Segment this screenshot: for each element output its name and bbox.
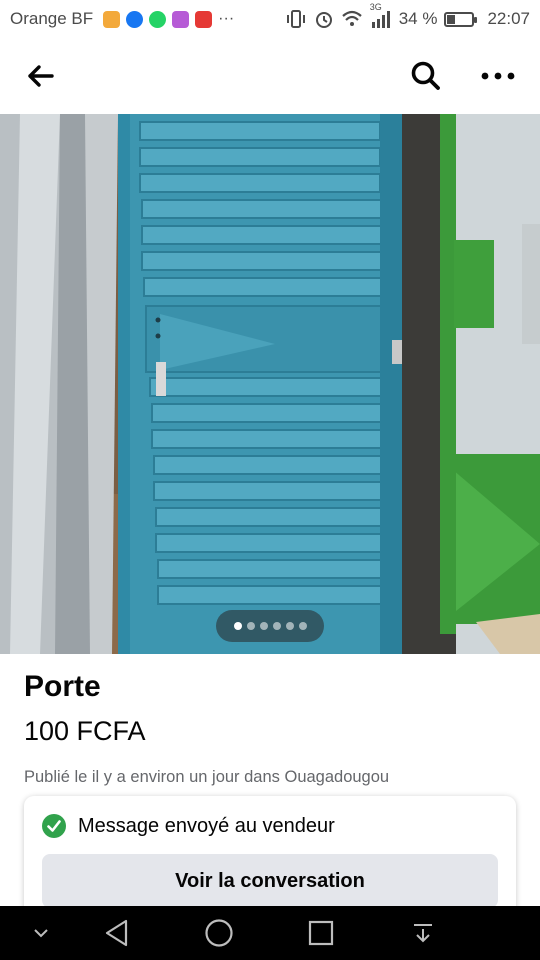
signal-indicator: 3G [370, 2, 392, 28]
carousel-dot[interactable] [298, 622, 307, 630]
status-left: Orange BF ··· [10, 9, 234, 29]
listing-photo[interactable] [0, 114, 540, 654]
battery-fill [447, 14, 456, 24]
status-bar: Orange BF ··· 3G 34 % 22:07 [0, 0, 540, 38]
home-circle-icon [205, 919, 233, 947]
back-button[interactable] [18, 54, 62, 98]
carousel-dot[interactable] [246, 622, 255, 630]
huawei-icon [195, 10, 213, 28]
search-button[interactable] [404, 54, 448, 98]
status-right: 3G 34 % 22:07 [285, 2, 530, 29]
battery-icon [444, 11, 478, 27]
app-header [0, 38, 540, 114]
chevron-down-icon [34, 929, 48, 938]
network-type: 3G [369, 2, 382, 12]
carousel-indicator[interactable] [216, 610, 324, 642]
nav-home-button[interactable] [204, 918, 234, 948]
facebook-icon [126, 10, 144, 28]
nav-recents-button[interactable] [306, 918, 336, 948]
wifi-icon [341, 10, 362, 26]
carousel-dot[interactable] [259, 622, 268, 630]
shop-icon [103, 10, 121, 28]
check-circle-icon [42, 814, 66, 838]
listing-title: Porte [24, 670, 101, 703]
door-photo-illustration [0, 114, 540, 654]
gallery-icon [172, 10, 190, 28]
whatsapp-icon [149, 10, 167, 28]
message-status-text: Message envoyé au vendeur [78, 814, 335, 837]
message-status-row: Message envoyé au vendeur [42, 814, 335, 838]
vibrate-icon [286, 10, 305, 28]
nav-chevron-button[interactable] [26, 918, 56, 948]
arrow-left-icon [28, 65, 54, 87]
back-triangle-icon [105, 919, 128, 947]
carousel-dot[interactable] [233, 622, 242, 630]
alarm-icon [315, 12, 332, 28]
listing-price: 100 FCFA [24, 716, 146, 746]
recents-square-icon [308, 920, 334, 946]
carousel-dot[interactable] [272, 622, 281, 630]
search-icon [411, 61, 440, 90]
signal-icon [371, 11, 390, 28]
listing-posted-info: Publié le il y a environ un jour dans Ou… [24, 768, 390, 786]
notification-pulldown-icon [414, 924, 432, 943]
carrier-name: Orange BF [10, 9, 94, 28]
overflow-icon: ··· [218, 10, 235, 27]
view-conversation-button[interactable]: Voir la conversation [42, 854, 498, 908]
nav-back-button[interactable] [102, 918, 132, 948]
clock: 22:07 [487, 9, 530, 28]
battery-percent: 34 % [398, 9, 438, 28]
more-horizontal-icon [481, 72, 515, 80]
carousel-dot[interactable] [285, 622, 294, 630]
nav-notification-button[interactable] [408, 918, 438, 948]
more-options-button[interactable] [476, 54, 520, 98]
system-nav-bar [0, 906, 540, 960]
